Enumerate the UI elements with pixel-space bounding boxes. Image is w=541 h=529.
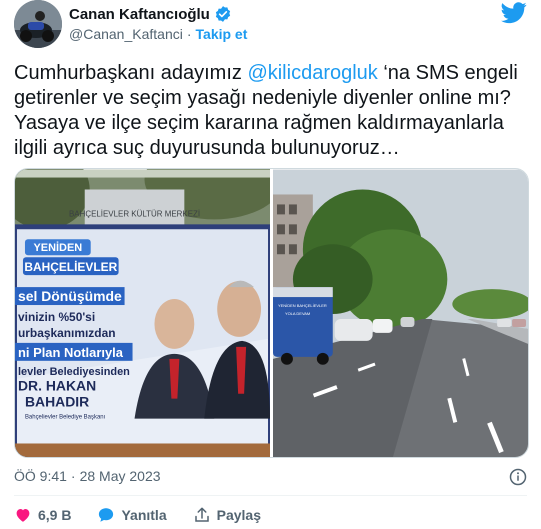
billboard-person-name: DR. HAKAN (18, 378, 96, 394)
reply-label: Yanıtla (121, 507, 167, 523)
billboard-line-1: sel Dönüşümde (18, 288, 122, 304)
share-label: Paylaş (216, 507, 261, 523)
like-button[interactable]: 6,9 B (14, 506, 71, 524)
tweet-media: BAHÇELİEVLER KÜLTÜR MERKEZİ YENİDEN BAHÇ… (14, 168, 529, 458)
billboard-building-text: BAHÇELİEVLER KÜLTÜR MERKEZİ (69, 209, 200, 218)
billboard-photo[interactable]: BAHÇELİEVLER KÜLTÜR MERKEZİ YENİDEN BAHÇ… (15, 169, 270, 458)
van-text-1: YENİDEN BAHÇELİEVLER (278, 303, 327, 308)
mention-link[interactable]: @kilicdarogluk (247, 62, 377, 84)
avatar[interactable] (14, 0, 62, 48)
heart-icon (16, 509, 30, 522)
van-text-2: YOLA DEVAM (285, 311, 310, 316)
author-name[interactable]: Canan Kaftancıoğlu (69, 6, 210, 23)
meta-separator: · (70, 468, 76, 484)
billboard-tag-2: BAHÇELİEVLER (24, 259, 117, 274)
tweet-meta: ÖÖ 9:41 · 28 May 2023 (14, 468, 161, 484)
tweet-time[interactable]: ÖÖ 9:41 (14, 468, 67, 484)
info-icon[interactable] (509, 468, 527, 486)
tweet-header: Canan Kaftancıoğlu @Canan_Kaftanci · Tak… (14, 0, 527, 48)
billboard-line-4: ni Plan Notlarıyla (18, 345, 124, 360)
author-handle-row: @Canan_Kaftanci · Takip et (69, 26, 247, 42)
billboard-line-2: vinizin %50'si (18, 310, 95, 324)
billboard-line-5: levler Belediyesinden (18, 366, 130, 378)
street-photo[interactable]: YENİDEN BAHÇELİEVLER YOLA DEVAM (273, 169, 528, 458)
share-button[interactable]: Paylaş (193, 506, 261, 524)
tweet-actions: 6,9 B Yanıtla Paylaş (14, 506, 287, 524)
billboard-person-surname: BAHADIR (25, 394, 89, 410)
reply-bubble-icon (99, 508, 114, 522)
billboard-tag-1: YENİDEN (34, 241, 83, 254)
follow-button[interactable]: Takip et (196, 26, 248, 42)
tweet-card: Canan Kaftancıoğlu @Canan_Kaftanci · Tak… (0, 0, 541, 529)
twitter-bird-icon[interactable] (501, 2, 527, 24)
tweet-text-before: Cumhurbaşkanı adayımız (14, 62, 248, 84)
divider (14, 495, 527, 496)
tweet-text: Cumhurbaşkanı adayımız @kilicdarogluk ‘n… (14, 61, 529, 161)
separator-dot: · (186, 26, 192, 42)
billboard-person-title: Bahçelievler Belediye Başkanı (25, 415, 106, 421)
reply-button[interactable]: Yanıtla (97, 506, 167, 524)
like-count: 6,9 B (38, 507, 72, 523)
author-handle[interactable]: @Canan_Kaftanci (69, 26, 183, 42)
author-name-row[interactable]: Canan Kaftancıoğlu (69, 5, 232, 23)
share-icon (194, 507, 209, 522)
tweet-date[interactable]: 28 May 2023 (80, 468, 161, 484)
verified-badge-icon (215, 6, 230, 22)
billboard-line-3: urbaşkanımızdan (18, 326, 116, 340)
